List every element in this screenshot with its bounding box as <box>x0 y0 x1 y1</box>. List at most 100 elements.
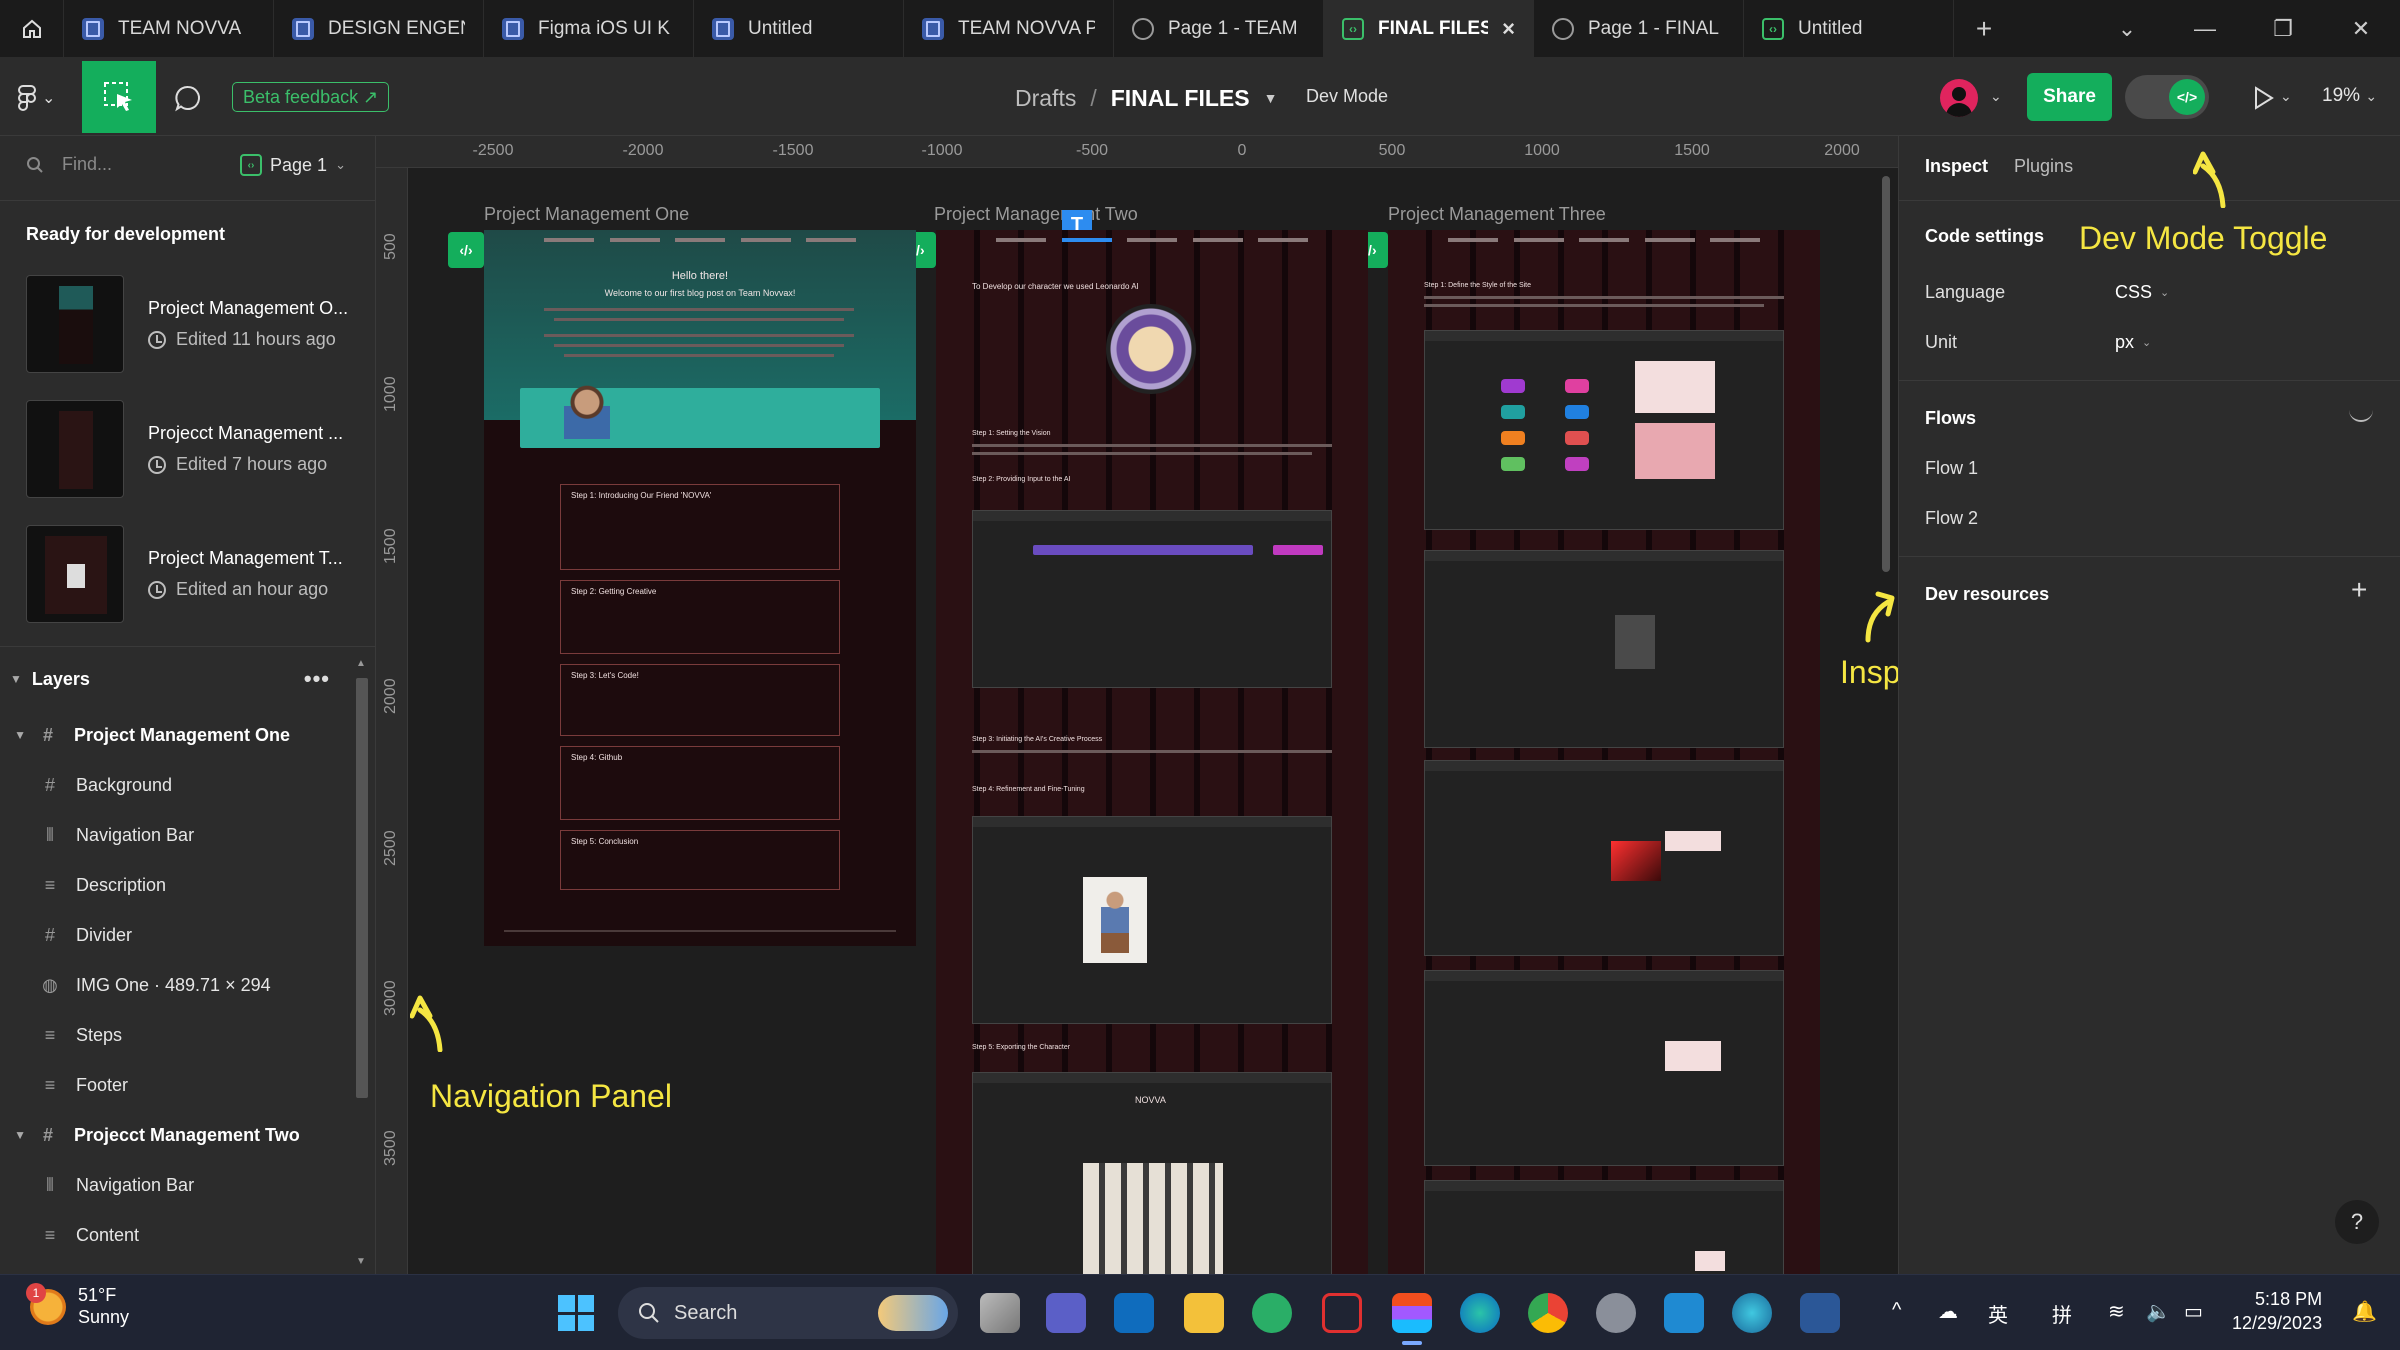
ready-for-dev-badge-icon[interactable]: ‹/› <box>448 232 484 268</box>
chevron-down-icon[interactable]: ▼ <box>1264 90 1278 106</box>
volume-icon[interactable]: 🔈 <box>2146 1299 2171 1324</box>
acrobat-icon[interactable] <box>1322 1293 1362 1333</box>
tab-inspect[interactable]: Inspect <box>1925 156 1988 177</box>
inspect-select-tool[interactable] <box>82 61 156 133</box>
tab-list-dropdown[interactable]: ⌄ <box>2088 0 2166 58</box>
layer-item[interactable]: # Background <box>0 760 350 810</box>
expand-caret-icon[interactable]: ▼ <box>0 1128 26 1142</box>
layer-item[interactable]: ≡ Content <box>0 1210 350 1260</box>
layer-item[interactable]: ≡ Steps <box>0 1010 350 1060</box>
tab-plugins[interactable]: Plugins <box>2014 156 2073 177</box>
layer-item[interactable]: ◍ IMG One · 489.71 × 294 <box>0 960 350 1010</box>
close-tab-icon[interactable]: × <box>1502 16 1515 42</box>
collapse-caret-icon[interactable]: ▼ <box>10 672 22 686</box>
ready-frame-item[interactable]: Projecct Management ... Edited 7 hours a… <box>26 399 366 499</box>
figma-app-icon[interactable] <box>1392 1293 1432 1345</box>
layer-item[interactable]: ⦀ Navigation Bar <box>0 810 350 860</box>
teams-chat-icon[interactable] <box>1046 1293 1086 1333</box>
tab-team-novva-p[interactable]: TEAM NOVVA P <box>904 0 1114 58</box>
layers-header[interactable]: ▼ Layers ••• <box>10 666 330 692</box>
scroll-up-icon[interactable]: ▲ <box>356 658 366 669</box>
add-resource-icon[interactable]: + <box>2351 574 2367 606</box>
notification-bell-icon[interactable]: 🔔 <box>2352 1299 2377 1324</box>
tab-page1-team[interactable]: Page 1 - TEAM <box>1114 0 1324 58</box>
home-button[interactable] <box>0 0 64 58</box>
tab-untitled-dev[interactable]: ‹› Untitled <box>1744 0 1954 58</box>
layer-item[interactable]: ⦀ Navigation Bar <box>0 1160 350 1210</box>
expand-caret-icon[interactable]: ▼ <box>0 728 26 742</box>
layer-item[interactable]: ≡ Footer <box>0 1060 350 1110</box>
comment-tool[interactable] <box>170 80 206 116</box>
present-play-icon[interactable] <box>2248 83 2278 113</box>
ready-frame-item[interactable]: Project Management T... Edited an hour a… <box>26 524 366 624</box>
windows-start-icon[interactable] <box>558 1295 594 1331</box>
page-selector[interactable]: ‹› Page 1 ⌄ <box>240 154 346 176</box>
weather-widget[interactable]: 1 51°F Sunny <box>26 1282 129 1328</box>
file-name[interactable]: FINAL FILES <box>1111 85 1250 112</box>
tab-figma-ios-ui-kit[interactable]: Figma iOS UI K <box>484 0 694 58</box>
language-select[interactable]: CSS ⌄ <box>2115 282 2169 303</box>
canvas-scrollbar[interactable] <box>1882 176 1890 572</box>
settings-gear-icon[interactable] <box>1596 1293 1636 1333</box>
tab-page1-final[interactable]: Page 1 - FINAL <box>1534 0 1744 58</box>
layer-item[interactable]: # Divider <box>0 910 350 960</box>
frame-label[interactable]: Project Management Two <box>934 204 1138 225</box>
input-method-indicator[interactable]: 拼 <box>2052 1299 2072 1328</box>
chevron-down-icon[interactable]: ⌄ <box>1990 88 2002 105</box>
task-view-icon[interactable] <box>980 1293 1020 1333</box>
hide-icon[interactable] <box>2349 410 2373 422</box>
scrollbar-thumb[interactable] <box>356 678 368 1098</box>
unit-select[interactable]: px ⌄ <box>2115 332 2151 353</box>
new-tab-button[interactable]: + <box>1954 0 2014 58</box>
layer-item[interactable]: ≡ Description <box>0 860 350 910</box>
layer-item[interactable]: ▼ # Project Management One <box>0 710 350 760</box>
system-clock[interactable]: 5:18 PM 12/29/2023 <box>2232 1287 2322 1336</box>
chrome-icon[interactable] <box>1528 1293 1568 1333</box>
ready-frame-item[interactable]: Project Management O... Edited 11 hours … <box>26 274 366 374</box>
tray-overflow-icon[interactable]: ^ <box>1892 1299 1901 1322</box>
restore-button[interactable]: ❐ <box>2244 0 2322 58</box>
frame-label[interactable]: Project Management One <box>484 204 689 225</box>
edge-icon[interactable] <box>1460 1293 1500 1333</box>
avatar[interactable] <box>1940 79 1978 117</box>
design-canvas[interactable]: Project Management One Project Managemen… <box>408 168 1898 1274</box>
taskbar-search[interactable]: Search <box>618 1287 958 1339</box>
beta-feedback-button[interactable]: Beta feedback ↗ <box>232 82 390 112</box>
scroll-down-icon[interactable]: ▼ <box>356 1256 366 1267</box>
tab-final-files[interactable]: ‹› FINAL FILES × <box>1324 0 1534 58</box>
tab-team-novva[interactable]: TEAM NOVVA <box>64 0 274 58</box>
layers-scrollbar[interactable]: ▲ ▼ <box>353 656 371 1274</box>
zoom-level[interactable]: 19% ⌄ <box>2322 85 2377 107</box>
wifi-icon[interactable]: ≋ <box>2108 1299 2125 1324</box>
flow-item[interactable]: Flow 2 <box>1925 508 1978 529</box>
frame-project-management-one[interactable]: Hello there! Welcome to our first blog p… <box>484 230 916 946</box>
input-language-indicator[interactable]: 英 <box>1988 1299 2008 1328</box>
vscode-icon[interactable] <box>1664 1293 1704 1333</box>
battery-icon[interactable]: ▭ <box>2184 1299 2203 1324</box>
search-input[interactable]: Find... <box>62 154 112 175</box>
word-icon[interactable] <box>1800 1293 1840 1333</box>
wechat-icon[interactable] <box>1252 1293 1292 1333</box>
close-window-button[interactable]: ✕ <box>2322 0 2400 58</box>
file-explorer-icon[interactable] <box>1184 1293 1224 1333</box>
annotation-arrow-icon <box>410 995 443 1052</box>
more-options-icon[interactable]: ••• <box>304 666 330 692</box>
help-button[interactable]: ? <box>2335 1200 2379 1244</box>
tab-untitled[interactable]: Untitled <box>694 0 904 58</box>
minimize-button[interactable]: — <box>2166 0 2244 58</box>
frame-label[interactable]: Project Management Three <box>1388 204 1606 225</box>
layer-search[interactable]: Find... <box>26 154 112 175</box>
main-menu-button[interactable]: ⌄ <box>18 80 66 116</box>
tab-design-engen[interactable]: DESIGN ENGEN <box>274 0 484 58</box>
chevron-down-icon[interactable]: ⌄ <box>2280 88 2292 105</box>
outlook-icon[interactable] <box>1114 1293 1154 1333</box>
layer-item[interactable]: ▼ # Projecct Management Two <box>0 1110 350 1160</box>
frame-project-management-three[interactable]: Step 1: Define the Style of the Site <box>1388 230 1820 1274</box>
cloud-sync-icon[interactable]: ☁ <box>1938 1299 1958 1324</box>
flow-item[interactable]: Flow 1 <box>1925 458 1978 479</box>
browser-icon[interactable] <box>1732 1293 1772 1333</box>
share-button[interactable]: Share <box>2027 73 2112 121</box>
breadcrumb-drafts[interactable]: Drafts <box>1015 85 1076 112</box>
dev-mode-toggle[interactable]: </> <box>2125 75 2209 119</box>
frame-projecct-management-two[interactable]: To Develop our character we used Leonard… <box>936 230 1368 1274</box>
